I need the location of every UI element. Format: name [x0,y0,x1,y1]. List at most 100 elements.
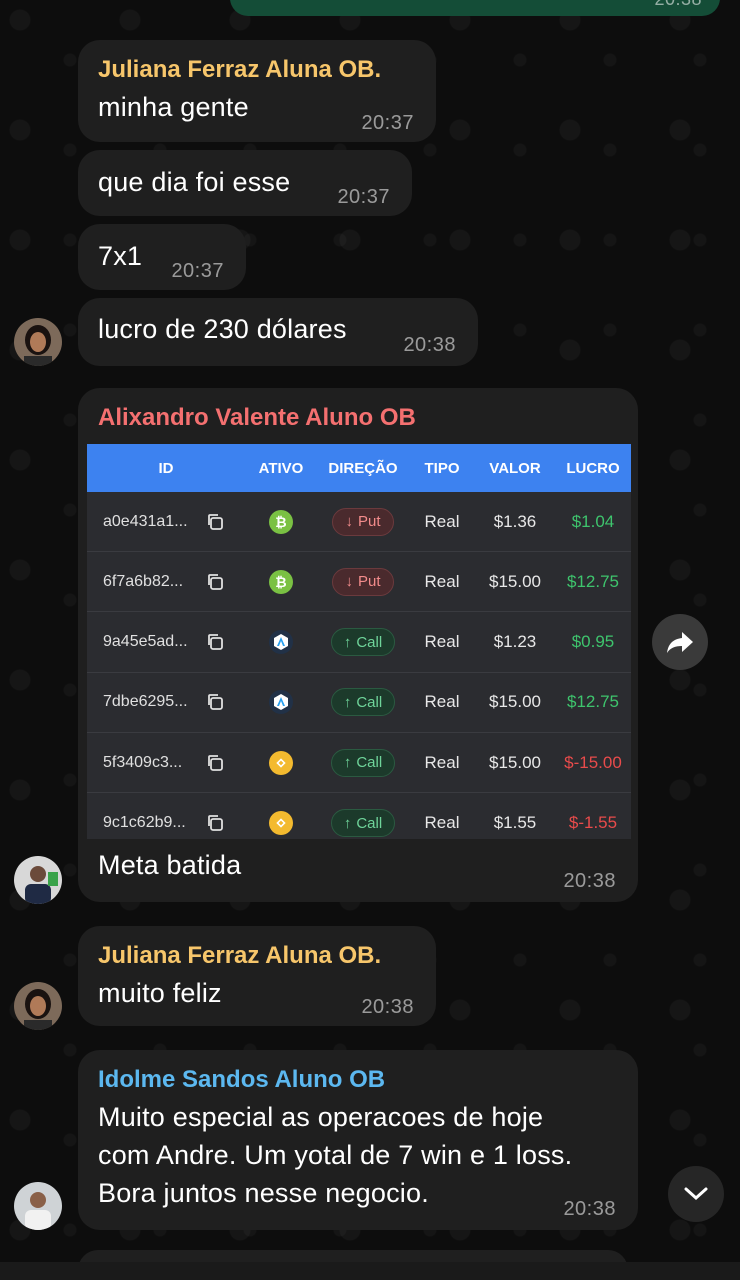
direction-label: Call [356,754,383,772]
direction-badge: ↑ Call [330,688,396,717]
trade-id: 6f7a6b82... [103,572,184,590]
direction-badge: ↑ Call [330,809,396,837]
arbitrum-icon [245,630,317,655]
sender-name[interactable]: Juliana Ferraz Aluna OB. [98,942,381,970]
cell-profit: $-15.00 [564,752,622,772]
trades-table-image[interactable]: ID ATIVO DIREÇÃO TIPO VALOR LUCRO a0e431… [87,444,631,839]
header-lucro: LUCRO [566,459,620,477]
message-bubble-juliana-2[interactable]: Juliana Ferraz Aluna OB. muito feliz 20:… [78,926,436,1026]
message-time: 20:38 [654,0,702,10]
cell-profit: $1.04 [571,511,615,531]
header-id: ID [158,459,174,477]
direction-badge: ↓ Put [332,567,394,596]
cell-direction: ↓ Put [317,567,409,596]
message-time: 20:37 [361,112,414,134]
message-line-3: Bora juntos nesse negocio. [98,1178,429,1208]
message-bubble-juliana-1[interactable]: Juliana Ferraz Aluna OB. minha gente 20:… [78,40,436,142]
table-row: 9a45e5ad... ↑ Call Real $1.23 $0.95 [87,613,631,673]
direction-badge: ↓ Put [332,507,394,536]
message-text: lucro de 230 dólares [98,314,347,344]
cell-id: 9a45e5ad... [87,632,245,652]
binance-icon [245,750,317,775]
table-row: a0e431a1... ₿ ↓ Put Real $1.36 $1.04 [87,492,631,552]
cell-id: a0e431a1... [87,512,245,532]
message-line-1: Muito especial as operacoes de hoje [98,1102,544,1132]
direction-arrow-icon: ↑ [343,754,352,772]
table-header: ID ATIVO DIREÇÃO TIPO VALOR LUCRO [87,444,631,492]
header-valor: VALOR [489,459,541,477]
message-time: 20:37 [337,186,390,208]
cell-type: Real [424,632,460,652]
header-ativo: ATIVO [258,459,304,477]
cell-profit: $12.75 [567,692,619,712]
message-bubble-2[interactable]: que dia foi esse 20:37 [78,150,412,216]
direction-label: Call [356,693,383,711]
message-caption: Meta batida [98,850,242,880]
message-text: minha gente [98,92,249,122]
message-bubble-4[interactable]: lucro de 230 dólares 20:38 [78,298,478,366]
cell-direction: ↑ Call [317,688,409,717]
cell-value: $15.00 [489,752,541,772]
sender-name[interactable]: Idolme Sandos Aluno OB [98,1066,385,1094]
copy-icon[interactable] [205,692,225,712]
trade-id: 9a45e5ad... [103,633,188,651]
cell-profit: $12.75 [567,571,619,591]
direction-label: Put [357,513,381,530]
cell-profit: $0.95 [571,632,615,652]
trade-id: a0e431a1... [103,512,188,530]
outgoing-message-bubble[interactable]: 20:38 [230,0,720,16]
cell-direction: ↑ Call [317,628,409,657]
cell-value: $15.00 [489,692,541,712]
header-tipo: TIPO [424,459,460,477]
message-time: 20:38 [361,996,414,1018]
binance-icon [245,811,317,835]
copy-icon[interactable] [205,753,225,773]
copy-icon[interactable] [205,512,225,532]
chevron-down-icon [684,1187,708,1201]
bottom-bar [0,1262,740,1280]
cell-id: 5f3409c3... [87,753,245,773]
copy-icon[interactable] [205,632,225,652]
direction-arrow-icon: ↑ [343,633,352,651]
message-text: muito feliz [98,978,222,1008]
cell-value: $1.55 [493,813,537,832]
message-bubble-alixandro[interactable]: Alixandro Valente Aluno OB ID ATIVO DIRE… [78,388,638,902]
direction-badge: ↑ Call [330,628,396,657]
message-line-2: com Andre. Um yotal de 7 win e 1 loss. [98,1140,573,1170]
copy-icon[interactable] [205,572,225,592]
cell-id: 9c1c62b9... [87,813,245,833]
avatar-juliana[interactable] [14,318,62,366]
message-bubble-3[interactable]: 7x1 20:37 [78,224,246,290]
message-time: 20:38 [563,1198,616,1220]
direction-arrow-icon: ↑ [343,814,352,832]
avatar-alixandro[interactable] [14,856,62,904]
trade-id: 5f3409c3... [103,753,183,771]
sender-name[interactable]: Juliana Ferraz Aluna OB. [98,56,381,84]
direction-label: Call [356,633,383,651]
sender-name[interactable]: Alixandro Valente Aluno OB [98,404,416,432]
cell-value: $15.00 [489,571,541,591]
cell-type: Real [424,571,460,591]
trade-id: 7dbe6295... [103,693,188,711]
message-time: 20:38 [403,334,456,356]
copy-icon[interactable] [205,813,225,833]
forward-button[interactable] [652,614,708,670]
cell-type: Real [424,752,460,772]
avatar-idolme[interactable] [14,1182,62,1230]
scroll-down-button[interactable] [668,1166,724,1222]
cell-type: Real [424,511,460,531]
direction-arrow-icon: ↑ [343,693,352,711]
direction-badge: ↑ Call [330,748,396,777]
forward-icon [667,632,693,653]
message-time: 20:38 [563,870,616,892]
direction-label: Call [356,814,383,832]
avatar-juliana[interactable] [14,982,62,1030]
cell-id: 6f7a6b82... [87,572,245,592]
header-direcao: DIREÇÃO [328,459,398,477]
cell-direction: ↓ Put [317,507,409,536]
bitcoin-icon: ₿ [245,569,317,594]
trade-id: 9c1c62b9... [103,814,186,831]
message-bubble-idolme[interactable]: Idolme Sandos Aluno OB Muito especial as… [78,1050,638,1230]
table-row: 7dbe6295... ↑ Call Real $15.00 $12.75 [87,673,631,733]
cell-direction: ↑ Call [317,809,409,837]
